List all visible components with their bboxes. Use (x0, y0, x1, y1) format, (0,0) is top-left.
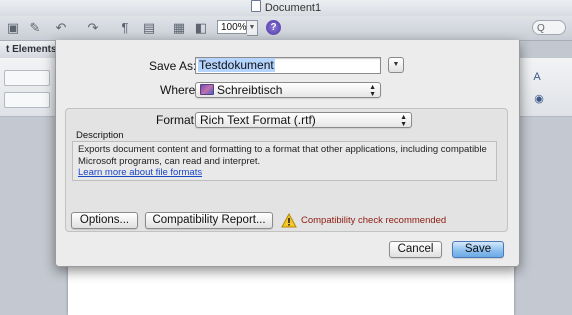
sidebar-icon[interactable]: ▤ (140, 19, 158, 37)
pilcrow-icon[interactable]: ¶ (116, 19, 134, 37)
save-sheet: Save As: Testdokument ▼ Where: Schreibti… (55, 40, 520, 267)
style-control[interactable] (4, 92, 50, 108)
help-icon[interactable]: ? (266, 20, 281, 35)
save-button[interactable]: Save (452, 241, 504, 258)
disk-icon[interactable]: ◧ (192, 19, 210, 37)
desktop-folder-icon (200, 84, 214, 95)
styles-pane-icon[interactable]: ◉ (532, 92, 546, 106)
options-button[interactable]: Options... (71, 212, 138, 229)
cancel-button[interactable]: Cancel (389, 241, 442, 258)
brush-icon[interactable]: ✎ (26, 19, 44, 37)
compatibility-warning: Compatibility check recommended (301, 215, 447, 226)
where-popup[interactable]: Schreibtisch ▲ ▼ (195, 82, 381, 98)
zoom-field[interactable]: 100% (217, 20, 247, 34)
styles-icon[interactable]: A (530, 70, 544, 84)
save-as-label: Save As: (149, 59, 197, 73)
save-as-field[interactable]: Testdokument (195, 57, 381, 74)
description-text: Exports document content and formatting … (78, 144, 487, 167)
learn-more-link[interactable]: Learn more about file formats (78, 167, 491, 179)
description-box: Exports document content and formatting … (72, 141, 497, 181)
window-title: Document1 (264, 2, 322, 14)
format-label: Format: (156, 113, 198, 127)
zoom-dropdown-icon[interactable]: ▼ (247, 20, 258, 36)
description-heading: Description (76, 130, 124, 141)
redo-icon[interactable]: ↷ (84, 19, 102, 37)
media-icon[interactable]: ▦ (170, 19, 188, 37)
format-popup[interactable]: Rich Text Format (.rtf) ▲ ▼ (195, 112, 412, 128)
save-as-value: Testdokument (198, 58, 275, 72)
font-size-control[interactable] (4, 70, 50, 86)
standard-toolbar: ▣ ✎ ↶ ↷ ¶ ▤ ▦ ◧ 100% ▼ ? Q (0, 16, 572, 41)
popup-arrows-icon: ▲ ▼ (400, 114, 407, 128)
search-icon[interactable]: Q (532, 20, 566, 35)
compatibility-report-button[interactable]: Compatibility Report... (145, 212, 273, 229)
save-toolbar-icon[interactable]: ▣ (4, 19, 22, 37)
document-icon (250, 0, 261, 12)
undo-icon[interactable]: ↶ (52, 19, 70, 37)
format-value: Rich Text Format (.rtf) (200, 113, 316, 127)
warning-icon (281, 213, 297, 228)
where-label: Where: (160, 83, 199, 97)
expand-dialog-button[interactable]: ▼ (388, 57, 404, 73)
window-titlebar: Document1 (0, 0, 572, 16)
where-value: Schreibtisch (217, 83, 283, 97)
popup-arrows-icon: ▲ ▼ (369, 84, 376, 98)
